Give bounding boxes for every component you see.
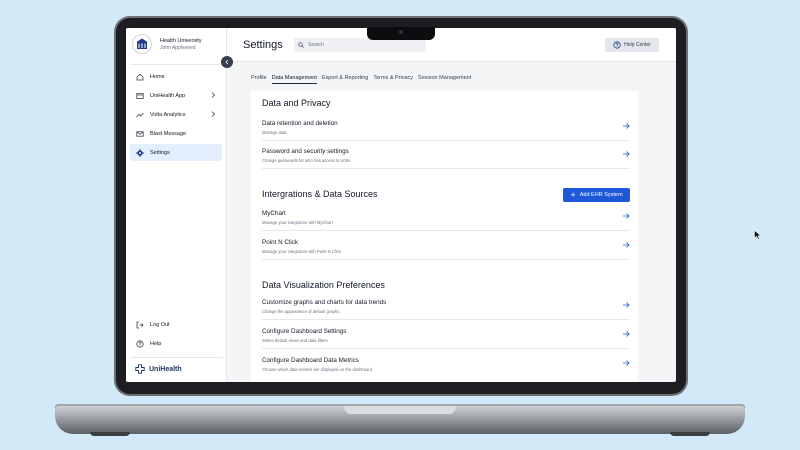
brand-header[interactable]: Health University John Appleseed [132,34,202,54]
sidebar-item-label: Settings [150,149,170,156]
unihealth-cross-icon [135,364,145,374]
mouse-cursor-icon [754,230,762,240]
sidebar-item-label: Help [150,340,162,347]
camera-notch [367,27,435,40]
settings-tabs: Profile Data Management Export & Reporti… [251,75,476,84]
row-point-n-click[interactable]: Point N Click Manage your integration wi… [262,232,630,260]
sidebar-item-settings[interactable]: Settings [130,144,222,161]
home-icon [136,73,144,81]
arrow-right-icon [623,331,630,337]
footer-brand-name: UniHealth [149,365,182,373]
top-bar: Settings Help Center [227,28,676,62]
row-subtitle: Change passwords for who has access to V… [262,158,350,163]
sidebar-item-logout[interactable]: Log Out [130,316,222,333]
help-center-label: Help Center [624,42,651,48]
sidebar-item-label: UniHealth App [150,92,186,99]
arrow-right-icon [623,213,630,219]
sidebar: Health University John Appleseed Home Un… [126,28,227,382]
row-subtitle: Choose which data metrics are displayed … [262,367,373,372]
tab-export-reporting[interactable]: Export & Reporting [322,75,368,84]
arrow-right-icon [623,123,630,129]
row-title: Configure Dashboard Data Metrics [262,357,359,364]
tab-profile[interactable]: Profile [251,75,267,84]
row-title: Data retention and deletion [262,120,338,127]
sidebar-item-label: Blast Message [150,130,187,137]
chevron-right-icon [211,92,216,98]
add-ehr-system-button[interactable]: + Add EHR System [563,188,630,202]
sidebar-bottom-nav: Log Out Help [130,316,222,354]
laptop-foot-left [90,432,130,436]
row-subtitle: Manage your integration with MyChart [262,220,333,225]
add-ehr-label: Add EHR System [579,192,623,198]
app-window-icon [136,92,144,100]
search-input[interactable] [308,42,418,48]
trend-line-icon [136,111,144,119]
row-password-security[interactable]: Password and security settings Change pa… [262,141,630,169]
row-customize-graphs[interactable]: Customize graphs and charts for data tre… [262,292,630,320]
university-logo-icon [132,34,152,54]
help-circle-icon [136,339,144,348]
tab-session-management[interactable]: Session Management [418,75,471,84]
sidebar-item-unihealth-app[interactable]: UniHealth App [130,87,222,104]
arrow-right-icon [623,360,630,366]
main-content: Settings Help Center Profile Data Manage… [227,28,676,382]
row-subtitle: Select default views and data filters [262,338,328,343]
row-title: Password and security settings [262,148,349,155]
row-title: Configure Dashboard Settings [262,328,347,335]
search-box[interactable] [294,38,426,52]
help-circle-icon [613,41,621,49]
help-center-button[interactable]: Help Center [605,38,659,52]
row-mychart[interactable]: MyChart Manage your integration with MyC… [262,203,630,231]
sidebar-divider-top [130,64,223,65]
logout-icon [136,321,144,329]
row-subtitle: Manage data [262,130,287,135]
sidebar-item-home[interactable]: Home [130,68,222,85]
row-subtitle: Change the appearance of default graphs [262,309,340,314]
mail-icon [136,130,144,138]
row-dashboard-metrics[interactable]: Configure Dashboard Data Metrics Choose … [262,350,630,378]
sidebar-item-volta-analytics[interactable]: Volta Analytics [130,106,222,123]
sidebar-item-blast-message[interactable]: Blast Message [130,125,222,142]
section-title-data-privacy: Data and Privacy [262,98,331,108]
plus-icon: + [570,189,576,200]
laptop-foot-right [670,432,710,436]
page-title: Settings [243,39,283,51]
row-title: Point N Click [262,239,299,246]
search-icon [298,42,304,48]
arrow-right-icon [623,242,630,248]
laptop-hinge-notch [344,406,456,414]
sidebar-item-help[interactable]: Help [130,335,222,352]
section-title-visualization: Data Visualization Preferences [262,280,385,290]
collapse-sidebar-button[interactable] [221,56,233,68]
unihealth-logo: UniHealth [135,364,182,374]
row-subtitle: Manage your integration with Point N Cli… [262,249,341,254]
sidebar-nav: Home UniHealth App Volta Analytics Blast… [130,68,222,163]
arrow-right-icon [623,302,630,308]
data-management-panel: Data and Privacy Data retention and dele… [251,91,638,382]
tab-data-management[interactable]: Data Management [271,75,317,84]
row-title: MyChart [262,210,286,217]
sidebar-item-label: Log Out [150,321,170,328]
section-title-integrations: Intergrations & Data Sources [262,189,378,199]
sidebar-item-label: Volta Analytics [150,111,186,118]
chevron-right-icon [211,111,216,117]
row-data-retention[interactable]: Data retention and deletion Manage data [262,113,630,141]
row-dashboard-settings[interactable]: Configure Dashboard Settings Select defa… [262,321,630,349]
brand-name: Health University [160,37,202,44]
arrow-right-icon [623,151,630,157]
gear-icon [136,148,144,157]
row-title: Customize graphs and charts for data tre… [262,299,387,306]
app-screen: Health University John Appleseed Home Un… [126,28,676,382]
sidebar-item-label: Home [150,73,165,80]
brand-user: John Appleseed [160,44,196,51]
sidebar-divider-bottom [130,357,223,358]
tab-terms-privacy[interactable]: Terms & Privacy [373,75,413,84]
chevron-left-icon [225,59,229,65]
camera-icon [399,30,403,34]
